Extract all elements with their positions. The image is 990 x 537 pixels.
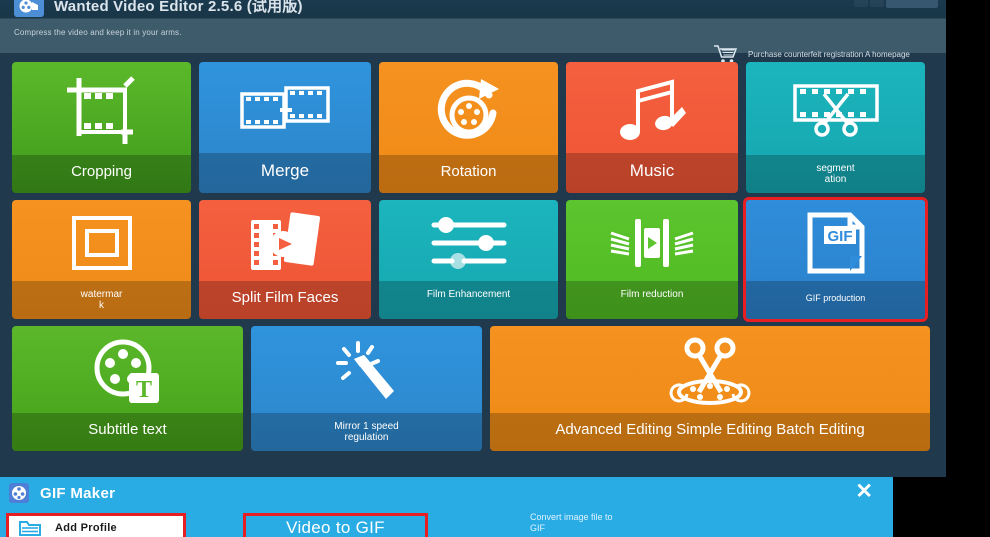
gif-maker-window: GIF Maker ✕ Add Profile Video to GIF Con…: [0, 477, 893, 537]
maximize-icon[interactable]: [870, 0, 884, 7]
video-to-gif-label: Video to GIF: [286, 518, 385, 537]
film-reel-logo-icon: [14, 0, 44, 17]
close-icon[interactable]: [886, 0, 938, 8]
tile-mirror-speed-regulation[interactable]: Mirror 1 speed regulation: [251, 326, 482, 451]
video-to-gif-button[interactable]: Video to GIF: [243, 513, 428, 537]
tile-label: GIF production: [746, 281, 925, 319]
minimize-icon[interactable]: [854, 0, 868, 7]
gif-maker-body: Add Profile Video to GIF Convert image f…: [0, 509, 893, 537]
gif-reel-logo-icon: [8, 482, 30, 504]
tile-label: Cropping: [12, 155, 191, 193]
tile-gif-production[interactable]: GIF GIF production: [746, 200, 925, 319]
tile-watermark[interactable]: watermar k: [12, 200, 191, 319]
tile-split-film-faces[interactable]: Split Film Faces: [199, 200, 371, 319]
tile-row-1: Cropping Merge Rotation Music segment at…: [0, 62, 946, 193]
add-profile-button[interactable]: Add Profile: [6, 513, 186, 537]
tile-merge[interactable]: Merge: [199, 62, 371, 193]
tile-row-3: T Subtitle text Mirror 1 speed regulatio…: [0, 326, 946, 451]
svg-text:GIF: GIF: [827, 228, 852, 245]
convert-image-note: Convert image file to GIF: [530, 512, 613, 534]
tile-music[interactable]: Music: [566, 62, 738, 193]
add-profile-label: Add Profile: [55, 522, 117, 534]
tile-label: Split Film Faces: [199, 281, 371, 319]
tile-label: Music: [566, 153, 738, 193]
gif-maker-title: GIF Maker: [40, 484, 116, 502]
tile-label: Mirror 1 speed regulation: [251, 413, 482, 451]
tile-advanced-editing[interactable]: Advanced Editing Simple Editing Batch Ed…: [490, 326, 930, 451]
page-title: Wanted Video Editor 2.5.6 (试用版): [54, 0, 303, 15]
purchase-link-label: Purchase counterfeit registration A home…: [748, 49, 910, 59]
tile-label: watermar k: [12, 281, 191, 319]
tile-rotation[interactable]: Rotation: [379, 62, 558, 193]
window-controls: [854, 0, 938, 8]
tile-cropping[interactable]: Cropping: [12, 62, 191, 193]
tile-subtitle-text[interactable]: T Subtitle text: [12, 326, 243, 451]
tile-row-2: watermar k Split Film Faces Film Enhance…: [0, 200, 946, 319]
promo-band: Compress the video and keep it in your a…: [0, 18, 946, 63]
tile-label: Subtitle text: [12, 413, 243, 451]
close-icon[interactable]: ✕: [855, 481, 873, 502]
tile-label: Film Enhancement: [379, 281, 558, 319]
svg-text:T: T: [135, 377, 151, 403]
tile-film-enhancement[interactable]: Film Enhancement: [379, 200, 558, 319]
promo-tagline: Compress the video and keep it in your a…: [14, 28, 182, 37]
tile-label: Film reduction: [566, 281, 738, 319]
feature-tile-grid: Cropping Merge Rotation Music segment at…: [0, 62, 946, 458]
tile-label: Rotation: [379, 155, 558, 193]
tile-film-reduction[interactable]: Film reduction: [566, 200, 738, 319]
tile-label: segment ation: [746, 155, 925, 193]
gif-maker-titlebar: GIF Maker ✕: [0, 477, 893, 509]
video-editor-window: Wanted Video Editor 2.5.6 (试用版) Compress…: [0, 0, 946, 477]
tile-label: Advanced Editing Simple Editing Batch Ed…: [490, 413, 930, 451]
title-bar: Wanted Video Editor 2.5.6 (试用版): [0, 0, 946, 18]
folder-open-icon: [19, 521, 41, 536]
tile-label: Merge: [199, 153, 371, 193]
tile-segmentation[interactable]: segment ation: [746, 62, 925, 193]
